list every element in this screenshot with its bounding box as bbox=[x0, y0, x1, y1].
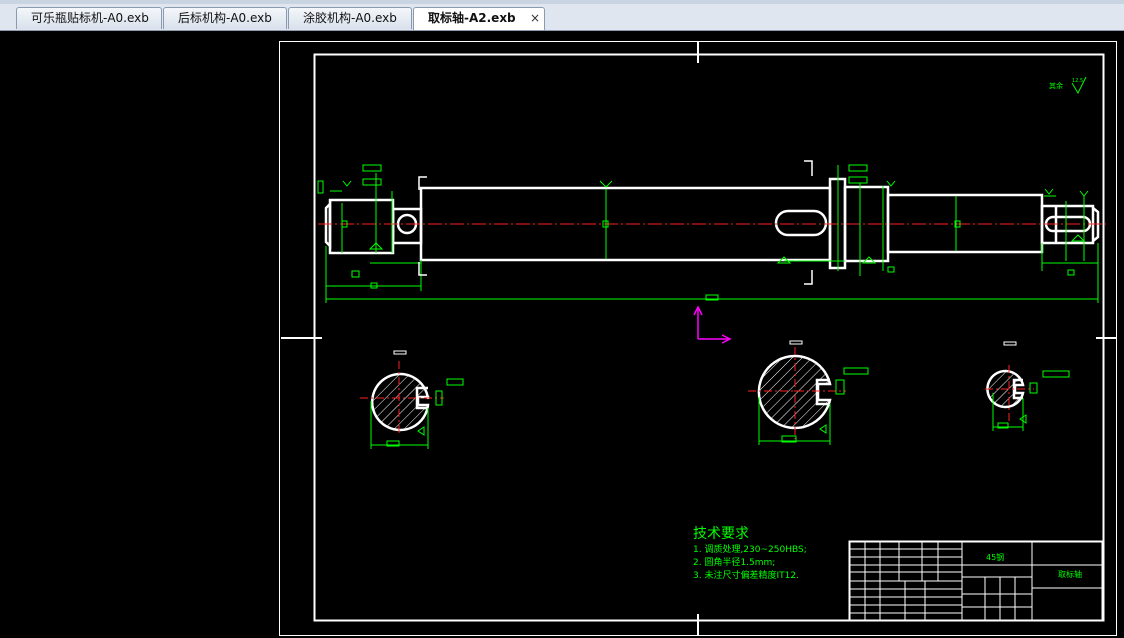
roughness-note-label: 其余 bbox=[1049, 82, 1063, 90]
tab-label-pickup-shaft[interactable]: 取标轴-A2.exb × bbox=[413, 7, 545, 30]
tab-rear-label-mechanism[interactable]: 后标机构-A0.exb bbox=[163, 7, 287, 29]
tab-bar-top-strip bbox=[0, 0, 1124, 4]
tech-requirement-3: 3. 未注尺寸偏差精度IT12. bbox=[693, 571, 799, 581]
tech-requirement-1: 1. 调质处理,230~250HBS; bbox=[693, 545, 807, 555]
roughness-value-label: 12.5 bbox=[1072, 78, 1084, 84]
tech-requirements-title: 技术要求 bbox=[693, 526, 749, 542]
tech-requirement-2: 2. 圆角半径1.5mm; bbox=[693, 558, 776, 568]
title-block bbox=[848, 540, 1104, 622]
shaft-dimensions bbox=[317, 164, 1099, 303]
ucs-axis-icon bbox=[693, 305, 732, 344]
cad-drawing bbox=[279, 41, 1117, 636]
title-block-material: 45钢 bbox=[986, 553, 1005, 562]
title-block-part-name: 取标轴 bbox=[1058, 570, 1082, 579]
tab-label: 涂胶机构-A0.exb bbox=[303, 11, 397, 25]
tab-label: 取标轴-A2.exb bbox=[428, 11, 516, 25]
section-view-left bbox=[360, 350, 464, 449]
document-tab-bar: 可乐瓶贴标机-A0.exb 后标机构-A0.exb 涂胶机构-A0.exb 取标… bbox=[0, 0, 1124, 31]
close-icon[interactable]: × bbox=[530, 8, 540, 29]
section-cut-markers bbox=[418, 160, 813, 285]
section-view-right bbox=[985, 341, 1070, 431]
tab-label: 可乐瓶贴标机-A0.exb bbox=[31, 11, 149, 25]
tab-cola-labeler[interactable]: 可乐瓶贴标机-A0.exb bbox=[16, 7, 162, 29]
drawing-canvas[interactable]: 其余 12.5 技术要求 1. 调质处理,230~250HBS; 2. 圆角半径… bbox=[0, 31, 1124, 638]
tab-gluing-mechanism[interactable]: 涂胶机构-A0.exb bbox=[288, 7, 412, 29]
section-view-middle bbox=[748, 340, 869, 445]
tab-label: 后标机构-A0.exb bbox=[178, 11, 272, 25]
